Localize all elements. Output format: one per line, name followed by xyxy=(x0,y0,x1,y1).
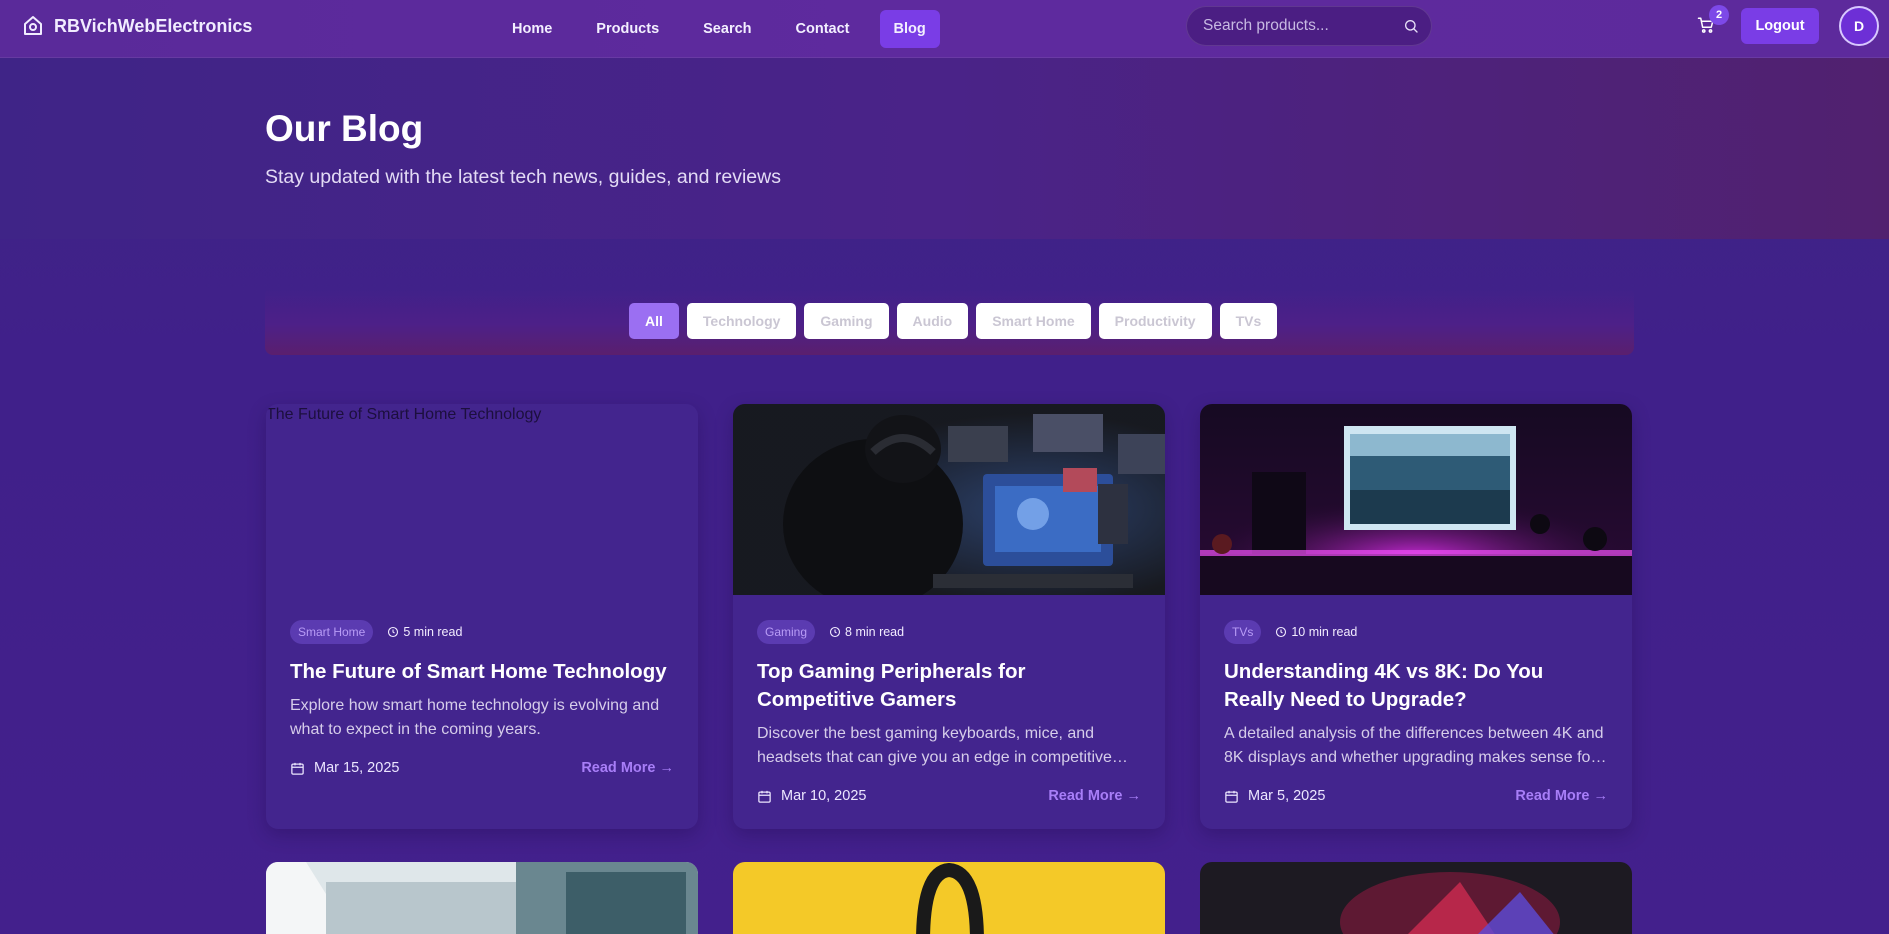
tv-setup-image xyxy=(1200,404,1632,595)
calendar-icon xyxy=(1225,790,1238,803)
post-image-broken[interactable]: The Future of Smart Home Technology xyxy=(266,404,698,595)
calendar-icon xyxy=(758,790,771,803)
blog-card[interactable]: TVs 10 min read Understanding 4K vs 8K: … xyxy=(1200,404,1632,829)
post-excerpt: Discover the best gaming keyboards, mice… xyxy=(757,725,1112,766)
nav-contact[interactable]: Contact xyxy=(782,10,864,48)
read-time: 10 min read xyxy=(1275,625,1357,639)
read-more-link[interactable]: Read More → xyxy=(581,760,674,776)
page-subtitle: Stay updated with the latest tech news, … xyxy=(265,166,781,188)
card-footer: Mar 5, 2025 Read More → xyxy=(1224,788,1608,804)
read-more-link[interactable]: Read More → xyxy=(1048,788,1141,804)
logout-button[interactable]: Logout xyxy=(1741,8,1819,44)
blog-card-partial[interactable] xyxy=(733,862,1165,934)
blog-hero: Our Blog Stay updated with the latest te… xyxy=(0,58,1889,239)
post-date: Mar 15, 2025 xyxy=(290,760,399,776)
post-date: Mar 10, 2025 xyxy=(757,788,866,804)
broken-image-alt-text: The Future of Smart Home Technology xyxy=(266,406,542,423)
blog-card[interactable]: Gaming 8 min read Top Gaming Peripherals… xyxy=(733,404,1165,829)
blog-card-partial[interactable] xyxy=(1200,862,1632,934)
user-avatar[interactable]: D xyxy=(1839,6,1879,46)
card-body: Gaming 8 min read Top Gaming Peripherals… xyxy=(757,620,1141,770)
post-title[interactable]: The Future of Smart Home Technology xyxy=(290,658,674,686)
category-filters: All Technology Gaming Audio Smart Home P… xyxy=(629,303,1278,339)
read-more-link[interactable]: Read More → xyxy=(1515,788,1608,804)
post-image-gaming[interactable] xyxy=(733,404,1165,595)
brand-name: RBVichWebElectronics xyxy=(54,15,253,36)
cart-button[interactable]: 2 xyxy=(1697,5,1729,38)
post-title[interactable]: Understanding 4K vs 8K: Do You Really Ne… xyxy=(1224,658,1608,714)
filter-technology[interactable]: Technology xyxy=(686,303,797,339)
category-tag[interactable]: Gaming xyxy=(757,620,816,644)
clock-icon xyxy=(1276,626,1287,638)
post-date-text: Mar 10, 2025 xyxy=(781,788,867,804)
home-logo-icon xyxy=(24,16,42,35)
clock-icon xyxy=(829,626,841,638)
post-image-tv[interactable] xyxy=(1200,404,1632,595)
brand-logo[interactable]: RBVichWebElectronics xyxy=(21,14,252,38)
read-time-text: 8 min read xyxy=(845,625,905,639)
card-body: TVs 10 min read Understanding 4K vs 8K: … xyxy=(1224,620,1608,770)
search-bar xyxy=(1186,6,1432,46)
laptop-desk-image xyxy=(266,862,698,934)
post-excerpt: Explore how smart home technology is evo… xyxy=(290,697,660,738)
search-input[interactable] xyxy=(1203,17,1403,35)
post-title[interactable]: Top Gaming Peripherals for Competitive G… xyxy=(757,658,1141,714)
post-date: Mar 5, 2025 xyxy=(1224,788,1325,804)
card-footer: Mar 10, 2025 Read More → xyxy=(757,788,1141,804)
nav-products[interactable]: Products xyxy=(582,10,673,48)
nav-home[interactable]: Home xyxy=(498,10,566,48)
filter-smart-home[interactable]: Smart Home xyxy=(976,303,1091,339)
search-icon[interactable] xyxy=(1403,16,1419,36)
read-time: 5 min read xyxy=(387,625,462,639)
category-tag[interactable]: Smart Home xyxy=(290,620,374,644)
nav-search[interactable]: Search xyxy=(689,10,765,48)
card-body: Smart Home 5 min read The Future of Smar… xyxy=(290,620,674,742)
blog-card[interactable]: The Future of Smart Home Technology Smar… xyxy=(266,404,698,829)
filter-audio[interactable]: Audio xyxy=(896,303,969,339)
filter-all[interactable]: All xyxy=(629,303,679,339)
top-navbar: RBVichWebElectronics Home Products Searc… xyxy=(0,0,1889,58)
blog-card-partial[interactable] xyxy=(266,862,698,934)
filter-productivity[interactable]: Productivity xyxy=(1098,303,1212,339)
filter-gaming[interactable]: Gaming xyxy=(804,303,889,339)
cart-count-badge: 2 xyxy=(1709,5,1729,25)
nav-links: Home Products Search Contact Blog xyxy=(498,10,940,48)
post-excerpt: A detailed analysis of the differences b… xyxy=(1224,725,1604,766)
category-tag[interactable]: TVs xyxy=(1224,620,1262,644)
calendar-icon xyxy=(291,762,304,775)
post-date-text: Mar 5, 2025 xyxy=(1248,788,1326,804)
page-title: Our Blog xyxy=(265,108,424,149)
read-time-text: 10 min read xyxy=(1291,625,1358,639)
filter-tvs[interactable]: TVs xyxy=(1219,303,1278,339)
headphones-image xyxy=(733,862,1165,934)
card-footer: Mar 15, 2025 Read More → xyxy=(290,760,674,776)
gaming-setup-image xyxy=(733,404,1165,595)
nav-blog[interactable]: Blog xyxy=(879,10,940,48)
post-date-text: Mar 15, 2025 xyxy=(314,760,400,776)
neon-device-image xyxy=(1200,862,1632,934)
read-time-text: 5 min read xyxy=(403,625,463,639)
clock-icon xyxy=(388,626,399,638)
read-time: 8 min read xyxy=(829,625,904,639)
